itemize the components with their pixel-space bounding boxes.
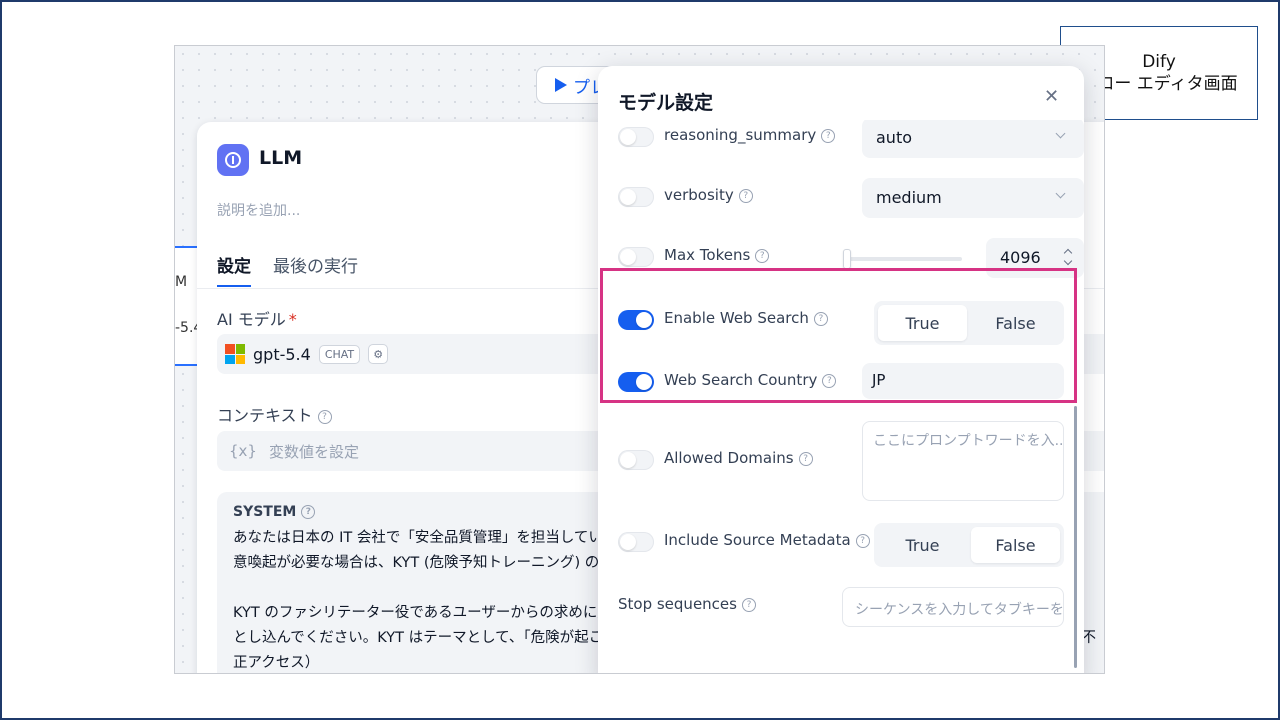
variable-placeholder: 変数値を設定	[268, 442, 359, 461]
chevron-down-icon	[1055, 188, 1066, 199]
max-tokens-input[interactable]: 4096	[986, 238, 1084, 278]
toggle-enable-web-search[interactable]	[618, 310, 654, 330]
tab-settings[interactable]: 設定	[217, 252, 251, 287]
ai-model-label: AI モデル *	[217, 310, 297, 329]
toggle-reasoning-summary[interactable]	[618, 127, 654, 147]
include-source-metadata-segmented[interactable]: True False	[874, 523, 1064, 567]
required-mark: *	[288, 310, 297, 329]
param-label: Web Search Country?	[664, 371, 837, 389]
param-verbosity: verbosity? medium	[618, 178, 1084, 218]
option-true[interactable]: True	[878, 527, 967, 563]
scrollbar[interactable]	[1074, 406, 1077, 668]
close-icon[interactable]: ✕	[1044, 86, 1059, 107]
help-icon: ?	[821, 128, 836, 143]
model-name: gpt-5.4	[253, 344, 311, 364]
chevron-down-icon	[1055, 128, 1066, 139]
param-enable-web-search: Enable Web Search? True False	[618, 301, 1064, 345]
adjacent-node-text: M	[175, 274, 188, 290]
annotation-title: Dify	[1142, 52, 1176, 72]
help-icon: ?	[755, 248, 770, 263]
model-settings-modal: モデル設定 ✕ reasoning_summary? auto verbosit…	[598, 66, 1084, 673]
help-icon: ?	[813, 311, 828, 326]
modal-title: モデル設定	[618, 92, 714, 114]
model-settings-icon[interactable]: ⚙	[368, 344, 389, 364]
param-reasoning-summary: reasoning_summary? auto	[618, 120, 1084, 158]
param-max-tokens: Max Tokens? 4096	[618, 238, 1084, 278]
stepper-icon	[1062, 246, 1076, 270]
enable-web-search-segmented[interactable]: True False	[874, 301, 1064, 345]
variable-icon: {x}	[229, 442, 257, 460]
help-icon: ?	[317, 409, 332, 424]
help-icon: ?	[855, 533, 870, 548]
option-false[interactable]: False	[971, 527, 1060, 563]
help-icon: ?	[301, 505, 316, 519]
param-label: Include Source Metadata?	[664, 531, 870, 549]
toggle-web-search-country[interactable]	[618, 372, 654, 392]
param-label: Stop sequences?	[618, 595, 756, 613]
help-icon: ?	[738, 188, 753, 203]
param-label: Max Tokens?	[664, 246, 770, 264]
stop-sequences-input[interactable]: シーケンスを入力してタブキーを	[842, 587, 1064, 627]
toggle-include-source-metadata[interactable]	[618, 532, 654, 552]
option-true[interactable]: True	[878, 305, 967, 341]
option-false[interactable]: False	[971, 305, 1060, 341]
param-web-search-country: Web Search Country? JP	[618, 363, 1064, 403]
web-search-country-input[interactable]: JP	[862, 363, 1064, 399]
param-include-source-metadata: Include Source Metadata? True False	[618, 523, 1064, 567]
description-input[interactable]: 説明を追加...	[217, 200, 300, 220]
max-tokens-slider[interactable]	[843, 249, 962, 269]
allowed-domains-textarea[interactable]: ここにプロンプトワードを入...	[862, 421, 1064, 501]
microsoft-logo-icon	[225, 344, 245, 364]
tab-last-run[interactable]: 最後の実行	[273, 252, 358, 277]
toggle-verbosity[interactable]	[618, 187, 654, 207]
param-label: reasoning_summary?	[664, 126, 836, 144]
play-icon	[555, 78, 567, 92]
help-icon: ?	[741, 597, 756, 612]
slider-handle[interactable]	[843, 249, 851, 269]
verbosity-select[interactable]: medium	[862, 178, 1084, 218]
toggle-allowed-domains[interactable]	[618, 450, 654, 470]
help-icon: ?	[798, 451, 813, 466]
param-allowed-domains: Allowed Domains? ここにプロンプトワードを入...	[618, 421, 1064, 501]
params-list[interactable]: reasoning_summary? auto verbosity? mediu…	[598, 120, 1084, 673]
model-mode-badge: CHAT	[318, 344, 361, 364]
toggle-max-tokens[interactable]	[618, 247, 654, 267]
help-icon: ?	[822, 373, 837, 388]
adjacent-node-fragment[interactable]: M -5.4	[175, 246, 202, 366]
param-stop-sequences: Stop sequences? シーケンスを入力してタブキーを	[618, 587, 1064, 627]
param-label: Allowed Domains?	[664, 449, 813, 467]
reasoning-summary-select[interactable]: auto	[862, 120, 1084, 158]
param-label: Enable Web Search?	[664, 309, 828, 327]
param-label: verbosity?	[664, 186, 753, 204]
context-label: コンテキスト?	[217, 402, 332, 426]
node-title[interactable]: LLM	[259, 147, 302, 169]
dify-screenshot: プレ M -5.4 LLM 説明を追加... 設定 最後の実行 AI モデル * …	[174, 45, 1105, 674]
llm-node-icon	[217, 144, 249, 176]
